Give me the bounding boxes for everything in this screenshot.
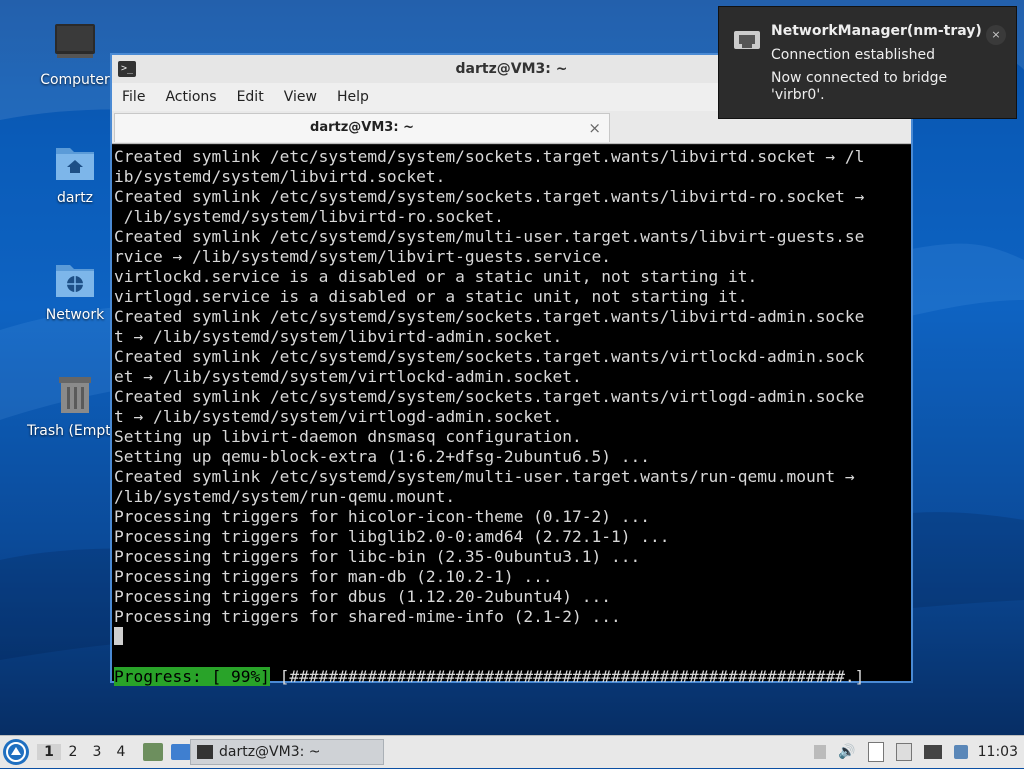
desktop-icon-label: Network — [45, 307, 105, 323]
menu-edit[interactable]: Edit — [227, 89, 274, 105]
desktop-icon-label: dartz — [56, 190, 94, 206]
file-manager-launcher-icon[interactable] — [143, 743, 163, 761]
text-cursor — [114, 627, 123, 645]
menu-view[interactable]: View — [274, 89, 327, 105]
taskbar-task-terminal[interactable]: dartz@VM3: ~ — [190, 739, 384, 765]
progress-bar: [#######################################… — [269, 667, 865, 686]
terminal-line: Created symlink /etc/systemd/system/sock… — [114, 147, 865, 166]
system-tray: 🔊 11:03 — [808, 736, 1024, 768]
desktop-icon-label: Computer — [40, 72, 110, 88]
network-wired-icon[interactable] — [923, 745, 942, 759]
scroll-up-icon[interactable] — [814, 745, 827, 759]
volume-icon[interactable]: 🔊 — [838, 744, 855, 760]
terminal-line: Created symlink /etc/systemd/system/mult… — [114, 467, 855, 486]
terminal-line: Created symlink /etc/systemd/system/sock… — [114, 347, 865, 366]
tab-terminal[interactable]: dartz@VM3: ~ × — [114, 113, 610, 142]
menu-actions[interactable]: Actions — [155, 89, 226, 105]
start-menu-button[interactable] — [3, 739, 29, 765]
terminal-line: Processing triggers for shared-mime-info… — [114, 607, 621, 626]
trash-icon — [53, 373, 97, 417]
terminal-line: t → /lib/systemd/system/virtlogd-admin.s… — [114, 407, 563, 426]
lubuntu-logo-icon — [6, 742, 26, 762]
terminal-line: rvice → /lib/systemd/system/libvirt-gues… — [114, 247, 612, 266]
terminal-line: ib/systemd/system/libvirtd.socket. — [114, 167, 446, 186]
workspace-4[interactable]: 4 — [109, 744, 133, 760]
terminal-line: virtlogd.service is a disabled or a stat… — [114, 287, 748, 306]
terminal-line: Processing triggers for libc-bin (2.35-0… — [114, 547, 641, 566]
progress-line: Progress: [ 99%] [######################… — [114, 667, 909, 687]
terminal-window[interactable]: >_ dartz@VM3: ~ File Actions Edit View H… — [110, 53, 913, 686]
tab-label: dartz@VM3: ~ — [310, 120, 414, 135]
task-label: dartz@VM3: ~ — [219, 744, 321, 760]
close-tab-icon[interactable]: × — [588, 114, 601, 142]
terminal-line: Created symlink /etc/systemd/system/mult… — [114, 227, 865, 246]
notification-popup[interactable]: NetworkManager(nm-tray) Connection estab… — [718, 6, 1017, 119]
network-wired-icon — [733, 29, 761, 53]
terminal-line: Created symlink /etc/systemd/system/sock… — [114, 387, 865, 406]
terminal-line: /lib/systemd/system/run-qemu.mount. — [114, 487, 456, 506]
cursor-line — [114, 627, 909, 647]
notification-title: NetworkManager(nm-tray) — [771, 23, 982, 39]
progress-label: Progress: [ 99%] — [114, 667, 270, 686]
terminal-line: Setting up libvirt-daemon dnsmasq config… — [114, 427, 582, 446]
desktop-icon-computer[interactable]: Computer — [27, 22, 123, 88]
terminal-line: Processing triggers for dbus (1.12.20-2u… — [114, 587, 612, 606]
terminal-line: t → /lib/systemd/system/libvirtd-admin.s… — [114, 327, 563, 346]
workspace-3[interactable]: 3 — [85, 744, 109, 760]
update-notifier-icon[interactable] — [895, 743, 912, 761]
clock[interactable]: 11:03 — [978, 744, 1018, 760]
terminal-line: et → /lib/systemd/system/virtlockd-admin… — [114, 367, 582, 386]
terminal-line: Setting up qemu-block-extra (1:6.2+dfsg-… — [114, 447, 651, 466]
menu-help[interactable]: Help — [327, 89, 379, 105]
clipboard-icon[interactable] — [867, 742, 884, 762]
network-folder-icon — [53, 257, 97, 301]
terminal-output[interactable]: Created symlink /etc/systemd/system/sock… — [112, 145, 911, 686]
terminal-line: Processing triggers for libglib2.0-0:amd… — [114, 527, 670, 546]
home-folder-icon — [53, 140, 97, 184]
workspace-1[interactable]: 1 — [37, 744, 61, 760]
terminal-line: Processing triggers for hicolor-icon-the… — [114, 507, 651, 526]
notification-tray-icon[interactable] — [953, 745, 968, 759]
terminal-line: virtlockd.service is a disabled or a sta… — [114, 267, 758, 286]
terminal-line: /lib/systemd/system/libvirtd-ro.socket. — [114, 207, 504, 226]
terminal-icon — [197, 745, 213, 759]
terminal-line: Processing triggers for man-db (2.10.2-1… — [114, 567, 553, 586]
show-desktop-icon[interactable] — [171, 744, 191, 760]
desktop-icon-home[interactable]: dartz — [27, 140, 123, 206]
desktop-icon-trash[interactable]: Trash (Empty) — [27, 373, 123, 439]
notification-summary: Connection established — [771, 47, 935, 63]
menu-file[interactable]: File — [112, 89, 155, 105]
notification-body: Now connected to bridge 'virbr0'. — [771, 70, 948, 103]
terminal-line: Created symlink /etc/systemd/system/sock… — [114, 307, 865, 326]
desktop-icon-network[interactable]: Network — [27, 257, 123, 323]
close-notification-button[interactable]: × — [986, 25, 1006, 45]
taskbar: 1 2 3 4 dartz@VM3: ~ 🔊 11:03 — [0, 735, 1024, 768]
workspace-2[interactable]: 2 — [61, 744, 85, 760]
desktop-icon-label: Trash (Empty) — [27, 423, 123, 439]
terminal-line: Created symlink /etc/systemd/system/sock… — [114, 187, 865, 206]
computer-icon — [53, 22, 97, 66]
